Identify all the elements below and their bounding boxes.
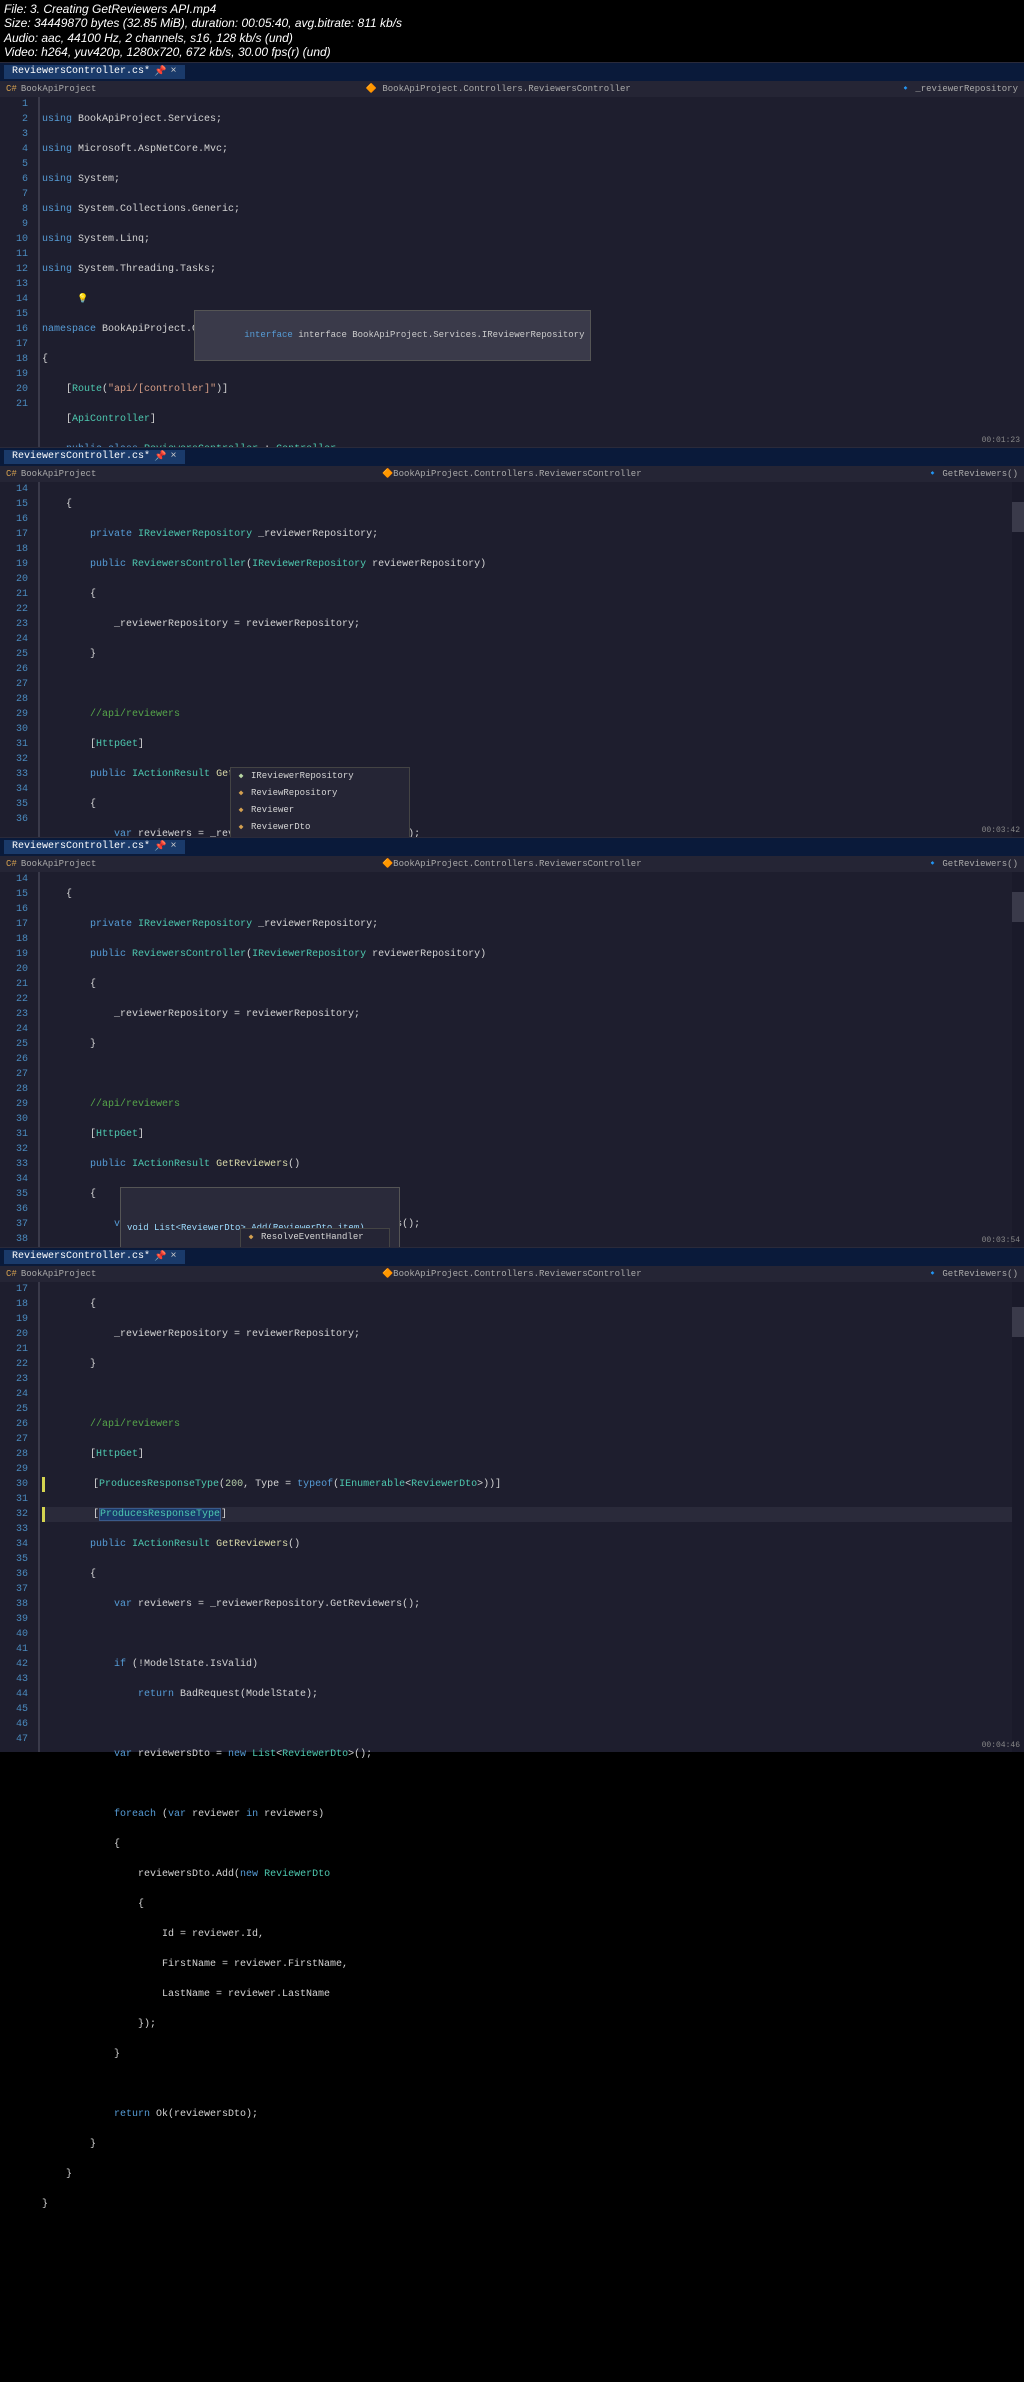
timestamp: 00:03:42 (982, 826, 1020, 835)
tab-bar: ReviewersController.cs*📌× (0, 838, 1024, 856)
file-tab[interactable]: ReviewersController.cs*📌× (4, 840, 185, 854)
editor-panel-3: ReviewersController.cs*📌× C#BookApiProje… (0, 837, 1024, 1247)
code-content[interactable]: { private IReviewerRepository _reviewerR… (40, 872, 1024, 1247)
lightbulb-icon[interactable]: 💡 (77, 292, 88, 307)
editor-panel-4: ReviewersController.cs*📌× C#BookApiProje… (0, 1247, 1024, 1752)
code-area[interactable]: 1718192021222324252627282930313233343536… (0, 1282, 1024, 1752)
type-tooltip: interface interface BookApiProject.Servi… (194, 310, 591, 361)
code-content[interactable]: { private IReviewerRepository _reviewerR… (40, 482, 1024, 837)
line-gutter: 1415161718192021222324252627282930313233… (0, 872, 40, 1247)
code-area[interactable]: 123456789101112131415161718192021 using … (0, 97, 1024, 447)
line-gutter: 1415161718192021222324252627282930313233… (0, 482, 40, 837)
pin-icon[interactable]: 📌 (154, 66, 166, 78)
pin-icon[interactable]: 📌 (154, 451, 166, 463)
breadcrumb-bar: C#BookApiProject 🔶BookApiProject.Control… (0, 856, 1024, 872)
breadcrumb-class[interactable]: 🔶BookApiProject.Controllers.ReviewersCon… (382, 469, 642, 479)
timestamp: 00:01:23 (982, 436, 1020, 445)
breadcrumb-bar: C# BookApiProject 🔶 BookApiProject.Contr… (0, 81, 1024, 97)
scrollbar[interactable] (1012, 482, 1024, 837)
size-line: Size: 34449870 bytes (32.85 MiB), durati… (4, 16, 1020, 30)
breadcrumb-member[interactable]: 🔹GetReviewers() (927, 469, 1018, 479)
class-icon: 🔶 (366, 84, 377, 94)
tab-label: ReviewersController.cs* (12, 66, 150, 77)
intellisense-item[interactable]: ◆ReviewerDto (231, 819, 409, 836)
breadcrumb-project[interactable]: C# BookApiProject (6, 84, 96, 94)
scrollbar[interactable] (1012, 1282, 1024, 1752)
line-gutter: 1718192021222324252627282930313233343536… (0, 1282, 40, 1752)
tab-bar: ReviewersController.cs* 📌 × (0, 63, 1024, 81)
video-line: Video: h264, yuv420p, 1280x720, 672 kb/s… (4, 45, 1020, 59)
file-tab[interactable]: ReviewersController.cs* 📌 × (4, 65, 185, 79)
file-tab[interactable]: ReviewersController.cs*📌× (4, 1250, 185, 1264)
tab-bar: ReviewersController.cs*📌× (0, 1248, 1024, 1266)
audio-line: Audio: aac, 44100 Hz, 2 channels, s16, 1… (4, 31, 1020, 45)
tab-bar: ReviewersController.cs* 📌 × (0, 448, 1024, 466)
timestamp: 00:04:46 (982, 1741, 1020, 1750)
close-icon[interactable]: × (170, 66, 176, 77)
breadcrumb-bar: C#BookApiProject 🔶BookApiProject.Control… (0, 466, 1024, 482)
scrollbar[interactable] (1012, 872, 1024, 1247)
close-icon[interactable]: × (170, 451, 176, 462)
breadcrumb-project[interactable]: C#BookApiProject (6, 469, 96, 479)
code-area[interactable]: 1415161718192021222324252627282930313233… (0, 482, 1024, 837)
breadcrumb-bar: C#BookApiProject 🔶BookApiProject.Control… (0, 1266, 1024, 1282)
file-tab[interactable]: ReviewersController.cs* 📌 × (4, 450, 185, 464)
editor-panel-2: ReviewersController.cs* 📌 × C#BookApiPro… (0, 447, 1024, 837)
timestamp: 00:03:54 (982, 1236, 1020, 1245)
csharp-icon: C# (6, 84, 17, 94)
editor-panel-1: ReviewersController.cs* 📌 × C# BookApiPr… (0, 62, 1024, 447)
intellisense-item[interactable]: ◆Reviewer (231, 802, 409, 819)
intellisense-item[interactable]: ◆IReviewerRepository (231, 768, 409, 785)
line-gutter: 123456789101112131415161718192021 (0, 97, 40, 447)
code-content[interactable]: using BookApiProject.Services; using Mic… (40, 97, 1024, 447)
code-area[interactable]: 1415161718192021222324252627282930313233… (0, 872, 1024, 1247)
intellisense-item[interactable]: ◆ReviewRepository (231, 785, 409, 802)
breadcrumb-class[interactable]: 🔶 BookApiProject.Controllers.ReviewersCo… (366, 84, 631, 94)
intellisense-item[interactable]: ◆ResolveEventHandler (241, 1229, 389, 1246)
code-content[interactable]: { _reviewerRepository = reviewerReposito… (40, 1282, 1024, 1752)
file-info-header: File: 3. Creating GetReviewers API.mp4 S… (0, 0, 1024, 62)
breadcrumb-member[interactable]: 🔹_reviewerRepository (900, 84, 1018, 94)
file-line: File: 3. Creating GetReviewers API.mp4 (4, 2, 1020, 16)
